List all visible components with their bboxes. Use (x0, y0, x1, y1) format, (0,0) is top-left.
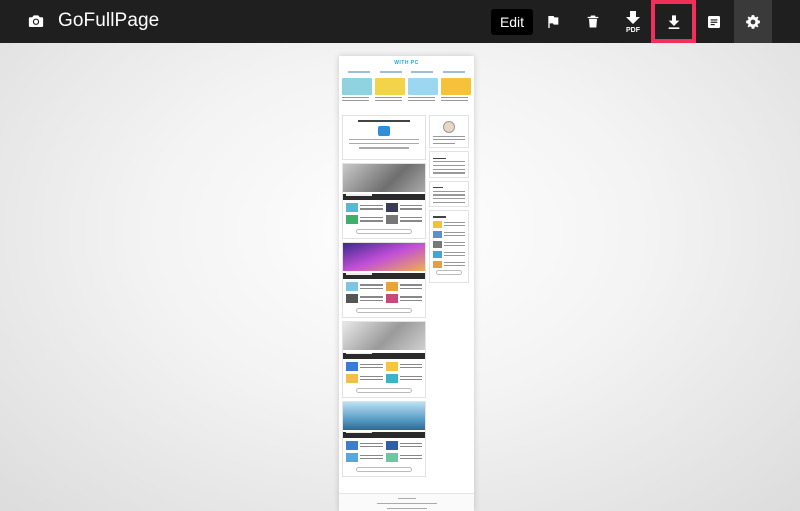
settings-button[interactable] (734, 0, 772, 43)
preview-intro-box (342, 115, 426, 160)
preview-section (342, 163, 426, 240)
camera-icon (28, 15, 44, 27)
preview-site-title: WITH PC (394, 60, 419, 66)
download-pdf-button[interactable]: PDF (613, 0, 653, 43)
preview-section (342, 400, 426, 477)
gear-icon (746, 14, 760, 29)
flag-icon (548, 15, 559, 28)
svg-text:PDF: PDF (626, 27, 641, 34)
preview-tags-box (429, 180, 469, 207)
top-toolbar: GoFullPage Edit PDF (0, 0, 800, 43)
preview-section (342, 242, 426, 319)
trash-icon (587, 15, 599, 28)
captured-page-preview[interactable]: WITH PC (339, 56, 474, 511)
download-image-button[interactable] (651, 0, 696, 43)
preview-popular-box (429, 209, 469, 283)
preview-footer (339, 493, 474, 511)
app-title: GoFullPage (58, 10, 160, 31)
captures-list-button[interactable] (694, 0, 734, 43)
preview-category-box (429, 151, 469, 178)
preview-carousel (339, 75, 474, 111)
flag-button[interactable] (533, 0, 573, 43)
document-icon (708, 15, 720, 28)
delete-button[interactable] (573, 0, 613, 43)
preview-profile-box (429, 115, 469, 149)
edit-button[interactable]: Edit (491, 9, 533, 35)
preview-section (342, 321, 426, 398)
pdf-download-icon: PDF (626, 10, 641, 34)
download-icon (668, 14, 679, 29)
